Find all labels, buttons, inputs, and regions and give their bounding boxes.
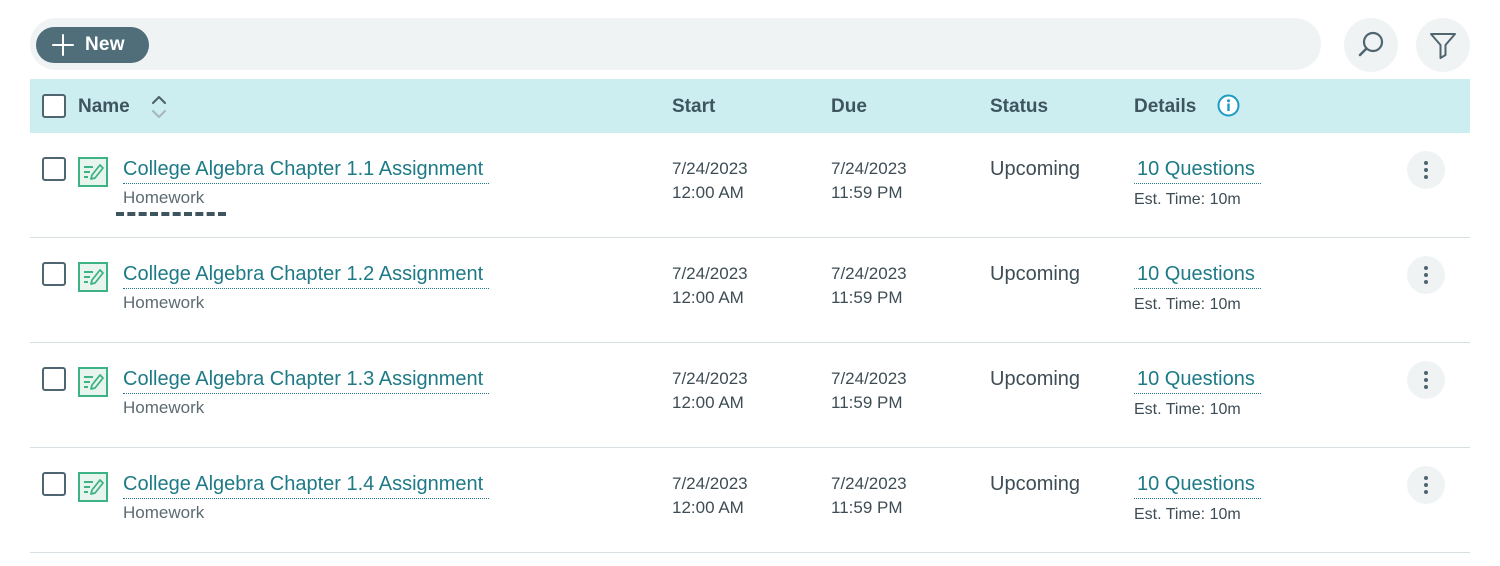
- status-text: Upcoming: [990, 473, 1081, 495]
- status-text: Upcoming: [990, 368, 1081, 390]
- assignment-icon: [78, 157, 108, 187]
- estimated-time: Est. Time: 10m: [1134, 296, 1241, 313]
- assignment-type: Homework: [123, 503, 205, 522]
- assignment-title-link[interactable]: College Algebra Chapter 1.3 Assignment: [123, 368, 490, 394]
- table-row: College Algebra Chapter 1.2 Assignment H…: [30, 238, 1470, 343]
- start-datetime: 7/24/2023 12:00 AM: [672, 367, 748, 415]
- questions-link[interactable]: 10 Questions: [1134, 263, 1261, 289]
- toolbar: New: [30, 18, 1321, 70]
- questions-link[interactable]: 10 Questions: [1134, 473, 1261, 499]
- due-date: 7/24/2023: [831, 474, 907, 493]
- kebab-icon: [1424, 266, 1428, 270]
- more-options-button[interactable]: [1407, 256, 1445, 294]
- search-button[interactable]: [1344, 18, 1398, 72]
- focus-indicator: [116, 212, 226, 216]
- due-datetime: 7/24/2023 11:59 PM: [831, 262, 907, 310]
- start-datetime: 7/24/2023 12:00 AM: [672, 157, 748, 205]
- row-checkbox[interactable]: [42, 262, 66, 286]
- info-icon[interactable]: [1217, 94, 1240, 117]
- due-time: 11:59 PM: [831, 183, 903, 202]
- due-datetime: 7/24/2023 11:59 PM: [831, 367, 907, 415]
- estimated-time: Est. Time: 10m: [1134, 191, 1241, 208]
- row-checkbox[interactable]: [42, 157, 66, 181]
- table-row: College Algebra Chapter 1.3 Assignment H…: [30, 343, 1470, 448]
- header-name: Name: [78, 96, 130, 117]
- sort-icon[interactable]: [150, 93, 168, 121]
- start-date: 7/24/2023: [672, 369, 748, 388]
- start-date: 7/24/2023: [672, 159, 748, 178]
- assignment-title-link[interactable]: College Algebra Chapter 1.2 Assignment: [123, 263, 490, 289]
- kebab-icon: [1424, 371, 1428, 375]
- questions-link[interactable]: 10 Questions: [1134, 158, 1261, 184]
- status-text: Upcoming: [990, 158, 1081, 180]
- table-row: College Algebra Chapter 1.1 Assignment H…: [30, 133, 1470, 238]
- assignment-icon: [78, 367, 108, 397]
- due-time: 11:59 PM: [831, 498, 903, 517]
- start-date: 7/24/2023: [672, 264, 748, 283]
- start-time: 12:00 AM: [672, 288, 744, 307]
- header-status: Status: [990, 96, 1049, 117]
- new-button-label: New: [85, 34, 125, 55]
- table-header: Name Start Due Status Details: [30, 79, 1470, 133]
- due-date: 7/24/2023: [831, 264, 907, 283]
- plus-icon: [52, 34, 74, 56]
- assignment-title-link[interactable]: College Algebra Chapter 1.1 Assignment: [123, 158, 490, 184]
- assignment-icon: [78, 472, 108, 502]
- select-all-checkbox[interactable]: [42, 94, 66, 118]
- header-start: Start: [672, 96, 716, 117]
- due-date: 7/24/2023: [831, 369, 907, 388]
- more-options-button[interactable]: [1407, 466, 1445, 504]
- status-text: Upcoming: [990, 263, 1081, 285]
- kebab-icon: [1424, 476, 1428, 480]
- table-row: College Algebra Chapter 1.4 Assignment H…: [30, 448, 1470, 553]
- assignment-icon: [78, 262, 108, 292]
- assignment-title-link[interactable]: College Algebra Chapter 1.4 Assignment: [123, 473, 490, 499]
- questions-link[interactable]: 10 Questions: [1134, 368, 1261, 394]
- start-time: 12:00 AM: [672, 498, 744, 517]
- assignment-type: Homework: [123, 398, 205, 417]
- due-time: 11:59 PM: [831, 288, 903, 307]
- start-time: 12:00 AM: [672, 183, 744, 202]
- row-checkbox[interactable]: [42, 472, 66, 496]
- start-datetime: 7/24/2023 12:00 AM: [672, 472, 748, 520]
- header-details: Details: [1134, 96, 1197, 117]
- new-button[interactable]: New: [36, 27, 149, 63]
- due-date: 7/24/2023: [831, 159, 907, 178]
- start-datetime: 7/24/2023 12:00 AM: [672, 262, 748, 310]
- search-icon: [1358, 31, 1384, 57]
- kebab-icon: [1424, 161, 1428, 165]
- more-options-button[interactable]: [1407, 361, 1445, 399]
- header-due: Due: [831, 96, 867, 117]
- assignment-type: Homework: [123, 188, 205, 207]
- filter-button[interactable]: [1416, 18, 1470, 72]
- start-date: 7/24/2023: [672, 474, 748, 493]
- due-datetime: 7/24/2023 11:59 PM: [831, 472, 907, 520]
- due-datetime: 7/24/2023 11:59 PM: [831, 157, 907, 205]
- assignment-type: Homework: [123, 293, 205, 312]
- start-time: 12:00 AM: [672, 393, 744, 412]
- estimated-time: Est. Time: 10m: [1134, 401, 1241, 418]
- more-options-button[interactable]: [1407, 151, 1445, 189]
- due-time: 11:59 PM: [831, 393, 903, 412]
- estimated-time: Est. Time: 10m: [1134, 506, 1241, 523]
- filter-icon: [1430, 33, 1456, 59]
- row-checkbox[interactable]: [42, 367, 66, 391]
